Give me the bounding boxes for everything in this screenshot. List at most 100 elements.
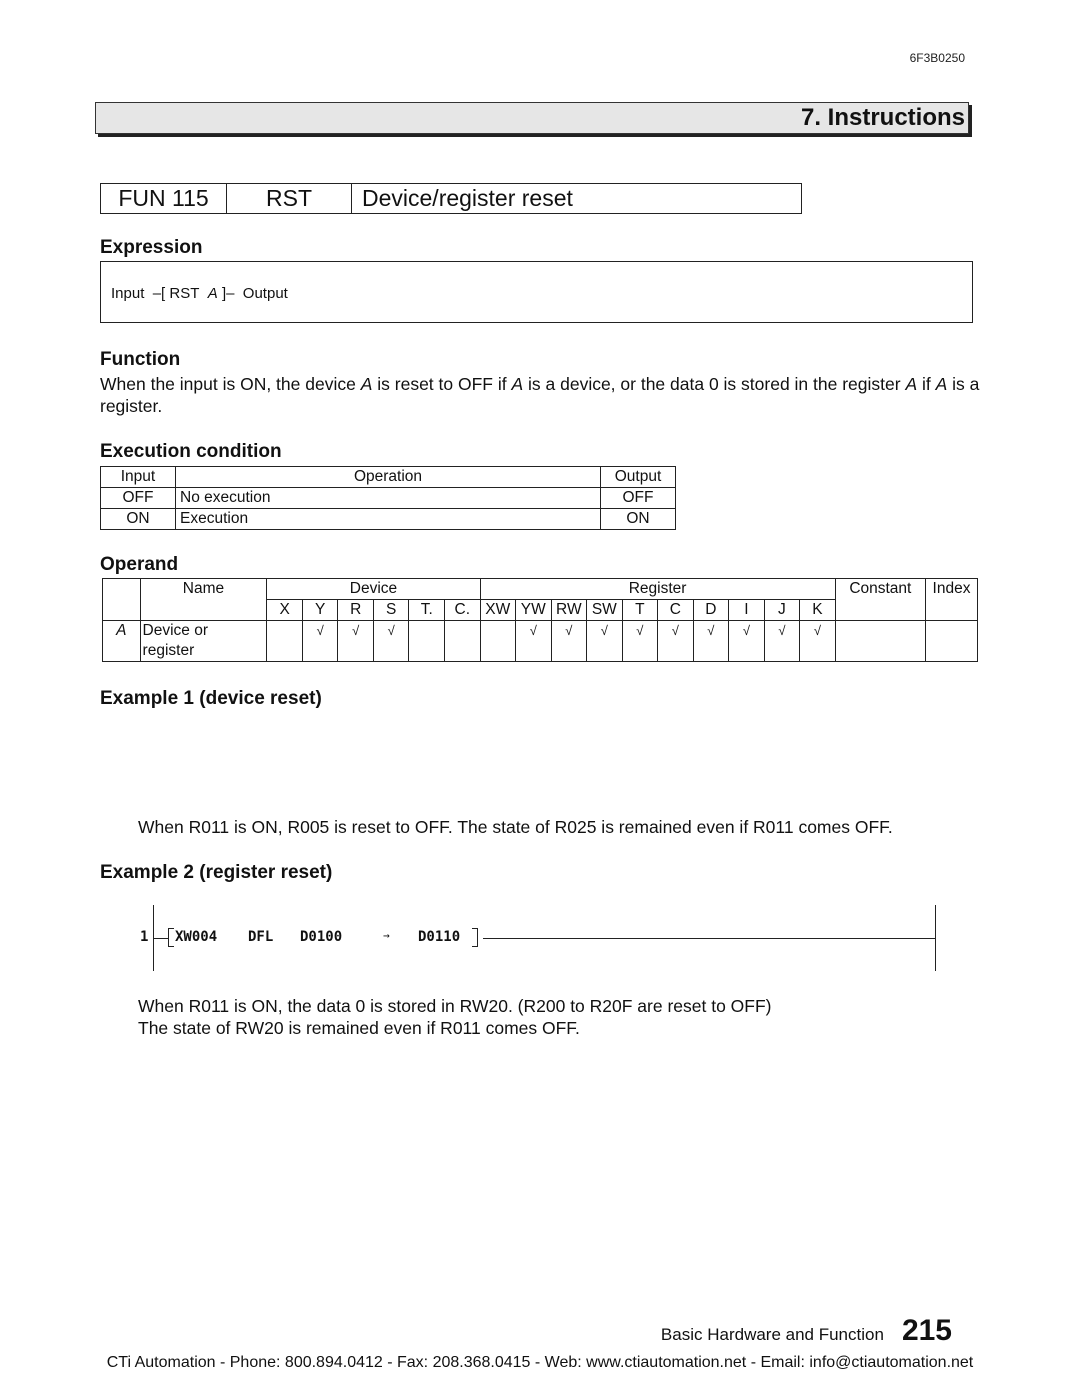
register-check-cell: √ xyxy=(692,620,730,662)
example1-heading: Example 1 (device reset) xyxy=(100,688,322,709)
ladder-diagram: 1 XW004 DFL D0100 → D0110 xyxy=(135,905,945,975)
register-col-header: YW xyxy=(515,599,552,621)
footer-contact: CTi Automation - Phone: 800.894.0412 - F… xyxy=(106,1354,974,1371)
register-col-header: XW xyxy=(479,599,517,621)
box-right-bracket xyxy=(472,928,478,947)
register-col-header: RW xyxy=(550,599,588,621)
register-check-cell: √ xyxy=(763,620,801,662)
device-col-header: C. xyxy=(444,599,481,621)
output-cell: ON xyxy=(600,508,676,530)
footer-title: Basic Hardware and Function 215 xyxy=(661,1314,952,1348)
ladder-source: XW004 xyxy=(175,929,218,945)
input-cell: ON xyxy=(100,508,176,530)
operand-name: Device or register xyxy=(139,620,268,662)
output-cell: OFF xyxy=(600,487,676,509)
example1-description: When R011 is ON, R005 is reset to OFF. T… xyxy=(138,817,893,837)
chapter-banner: 7. Instructions xyxy=(95,102,969,134)
column-header: Constant xyxy=(834,578,927,621)
instruction-name: Device/register reset xyxy=(362,185,573,211)
blank-header xyxy=(102,578,141,621)
ladder-operand2: D0110 xyxy=(418,929,461,945)
function-heading: Function xyxy=(100,349,181,370)
text: is reset to OFF if xyxy=(372,374,512,394)
example2-description-line1: When R011 is ON, the data 0 is stored in… xyxy=(138,996,772,1016)
expression-box: Input –[ RST A ]– Output xyxy=(100,261,973,323)
register-col-header: D xyxy=(692,599,730,621)
operand-symbol: A xyxy=(102,620,141,662)
table-row: ON Execution ON xyxy=(100,508,676,530)
right-power-rail xyxy=(935,905,936,971)
function-description: When the input is ON, the device A is re… xyxy=(100,373,980,417)
column-header: Index xyxy=(925,578,978,621)
register-check-cell: √ xyxy=(515,620,552,662)
operation-cell: Execution xyxy=(175,508,601,530)
operand-ref: A xyxy=(935,374,948,394)
device-check-cell: √ xyxy=(337,620,374,662)
register-check-cell: √ xyxy=(657,620,694,662)
device-col-header: X xyxy=(266,599,303,621)
operand-ref: A xyxy=(905,374,918,394)
table-row: A Device or register √ √ √ √ √ √ √ √ √ √… xyxy=(102,620,978,662)
operand-ref: A xyxy=(360,374,373,394)
operation-cell: No execution xyxy=(175,487,601,509)
rung-wire-left xyxy=(154,938,168,939)
ladder-operand1: D0100 xyxy=(300,929,343,945)
expression-operand: A xyxy=(207,285,218,302)
register-col-header: SW xyxy=(586,599,623,621)
register-col-header: I xyxy=(728,599,765,621)
column-header: Output xyxy=(600,466,676,488)
operand-table: Name Device Register Constant Index X Y … xyxy=(102,578,978,662)
device-check-cell xyxy=(266,620,303,662)
ladder-op: DFL xyxy=(248,929,274,945)
column-header: Register xyxy=(479,578,836,600)
operand-name-line: Device or xyxy=(142,622,209,639)
device-check-cell: √ xyxy=(372,620,410,662)
table-header-row: Name Device Register Constant Index xyxy=(102,578,978,621)
rung-number: 1 xyxy=(140,929,149,945)
register-check-cell: √ xyxy=(799,620,836,662)
text: is a device, or the data 0 is stored in … xyxy=(523,374,906,394)
column-header: Operation xyxy=(175,466,601,488)
book-title: Basic Hardware and Function xyxy=(660,1325,884,1344)
register-col-header: J xyxy=(763,599,801,621)
execution-condition-table: Input Operation Output OFF No execution … xyxy=(100,466,676,530)
device-col-header: S xyxy=(372,599,410,621)
execution-condition-heading: Execution condition xyxy=(100,441,282,462)
box-left-bracket xyxy=(168,928,174,947)
instruction-title-box: FUN 115 RST Device/register reset xyxy=(100,183,802,214)
chapter-title: 7. Instructions xyxy=(800,104,965,131)
column-header: Device xyxy=(266,578,481,600)
expression-input: Input xyxy=(111,285,145,302)
text: When the input is ON, the device xyxy=(100,374,361,394)
table-row: OFF No execution OFF xyxy=(100,487,676,509)
arrow-icon: → xyxy=(383,929,390,942)
input-cell: OFF xyxy=(100,487,176,509)
register-check-cell: √ xyxy=(550,620,588,662)
expression-text: Input –[ RST A ]– Output xyxy=(111,285,288,302)
function-number: FUN 115 xyxy=(101,184,227,213)
column-header: Name xyxy=(139,578,268,621)
example2-heading: Example 2 (register reset) xyxy=(100,862,333,883)
device-col-header: T. xyxy=(408,599,445,621)
register-check-cell: √ xyxy=(621,620,659,662)
column-header: Input xyxy=(100,466,176,488)
register-col-header: T xyxy=(621,599,659,621)
example2-description-line2: The state of RW20 is remained even if R0… xyxy=(138,1018,580,1038)
device-col-header: Y xyxy=(301,599,339,621)
register-check-cell: √ xyxy=(586,620,623,662)
page-number: 215 xyxy=(901,1314,952,1347)
operand-name-line: register xyxy=(142,642,195,659)
device-check-cell xyxy=(444,620,481,662)
expression-close: ]– xyxy=(221,285,235,302)
text: if xyxy=(917,374,936,394)
constant-cell xyxy=(834,620,927,662)
device-check-cell: √ xyxy=(301,620,339,662)
index-cell xyxy=(925,620,978,662)
rung-wire-right xyxy=(483,938,935,939)
operand-ref: A xyxy=(511,374,524,394)
instruction-mnemonic: RST xyxy=(227,184,352,213)
expression-open: –[ RST xyxy=(152,285,200,302)
register-check-cell: √ xyxy=(728,620,765,662)
device-check-cell xyxy=(408,620,445,662)
expression-heading: Expression xyxy=(100,237,203,258)
